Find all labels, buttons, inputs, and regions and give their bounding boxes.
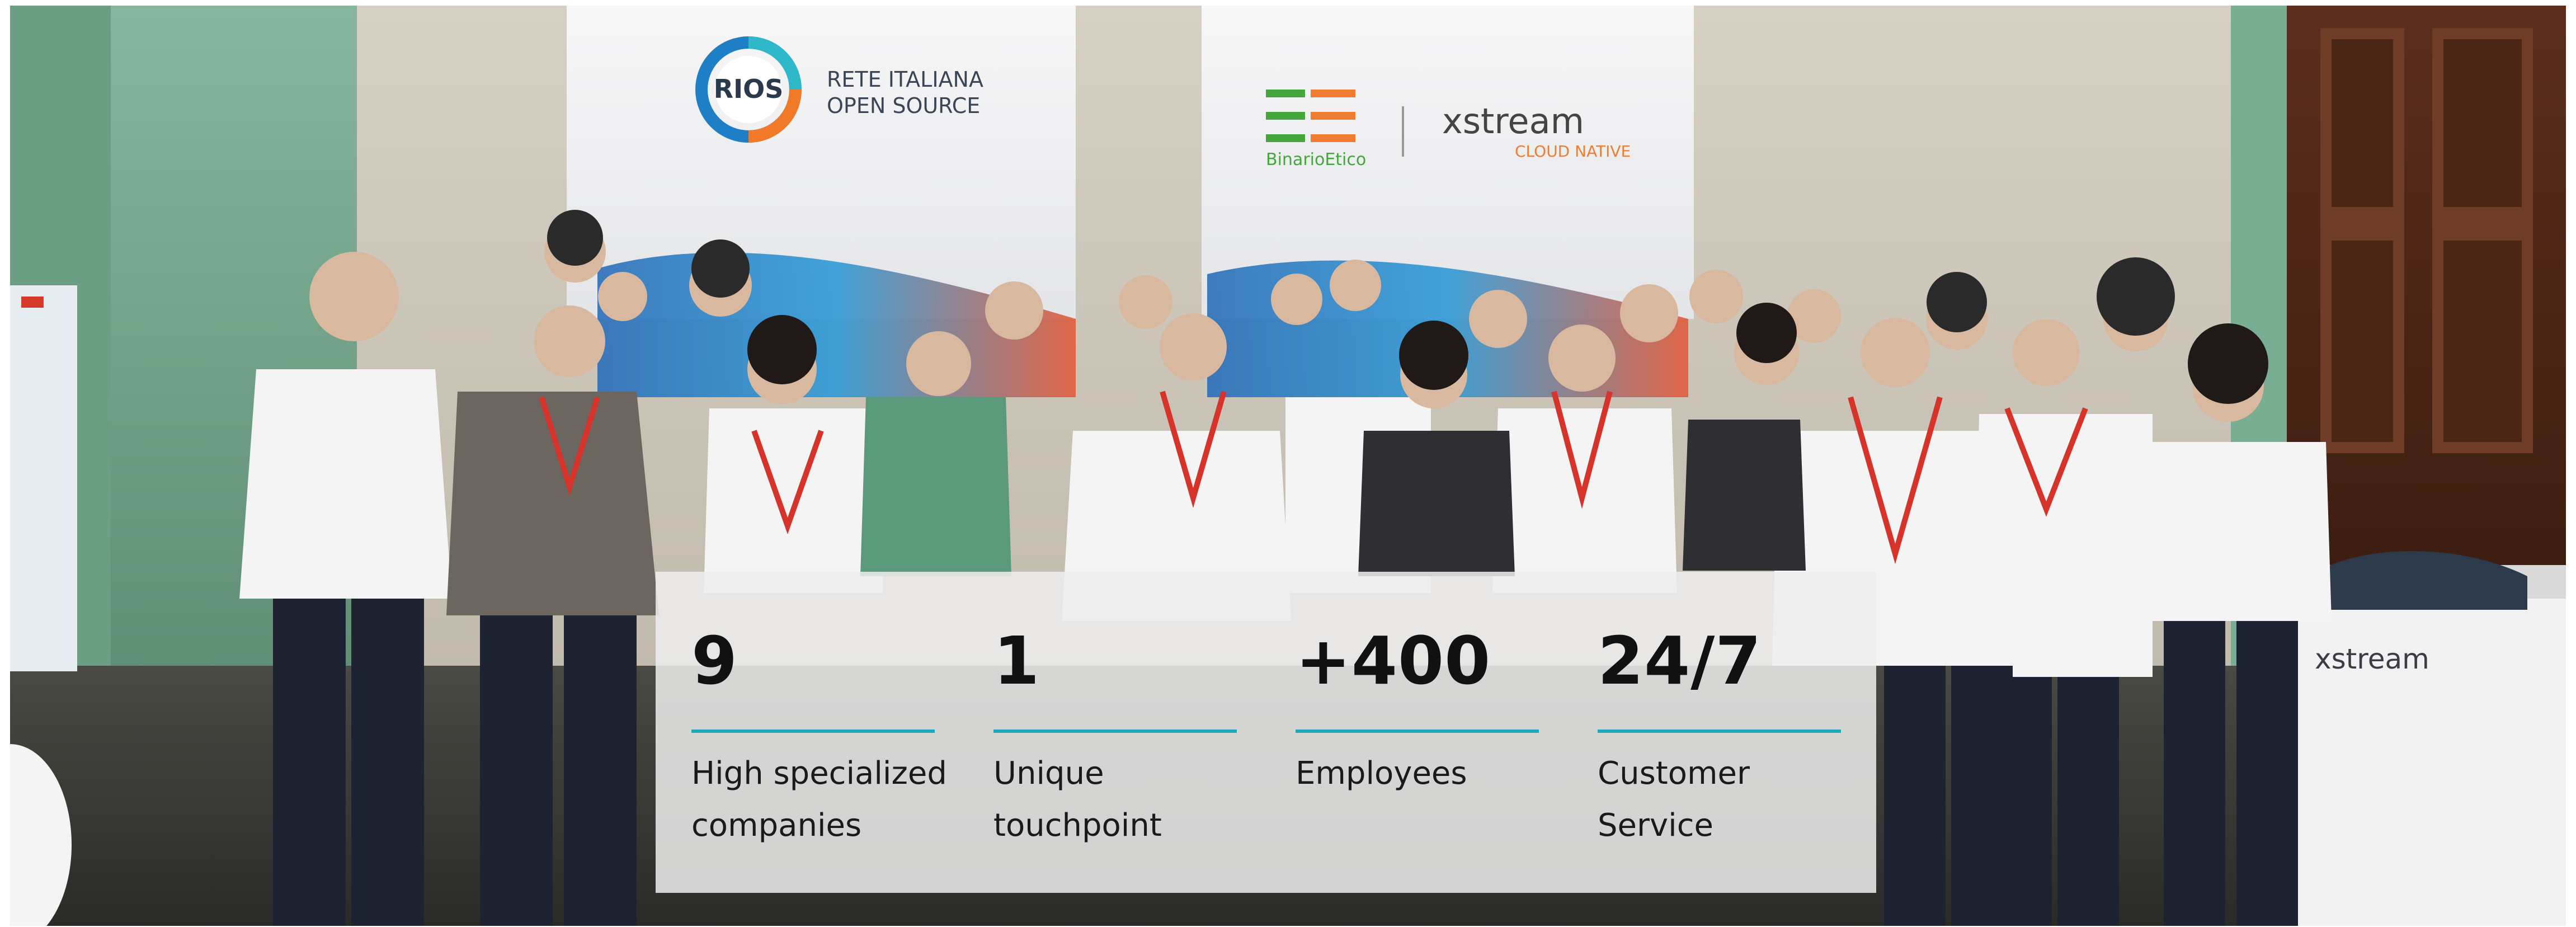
stat-label-line: Service xyxy=(1598,807,1713,844)
svg-text:BinarioEtico: BinarioEtico xyxy=(1266,150,1366,170)
stat-label-line: companies xyxy=(691,807,862,844)
stat-divider xyxy=(1598,730,1841,733)
stat-label: Unique touchpoint xyxy=(993,747,1251,851)
stat-value: 24/7 xyxy=(1598,622,1762,699)
stats-panel: 9 High specialized companies 1 Unique to… xyxy=(656,572,1876,893)
svg-text:CLOUD NATIVE: CLOUD NATIVE xyxy=(1515,142,1631,161)
stat-value: 9 xyxy=(691,622,738,699)
stat-touchpoint: 1 Unique touchpoint xyxy=(993,572,1240,893)
stat-label-line: Customer xyxy=(1598,755,1750,792)
stat-label-line: High specialized xyxy=(691,755,947,792)
svg-text:xstream: xstream xyxy=(1442,101,1584,142)
stat-divider xyxy=(1296,730,1539,733)
stat-label: High specialized companies xyxy=(691,747,949,851)
stat-value: 1 xyxy=(993,622,1040,699)
stat-customer-service: 24/7 Customer Service xyxy=(1598,572,1844,893)
stat-label-line: touchpoint xyxy=(993,807,1162,844)
stat-divider xyxy=(993,730,1237,733)
stat-divider xyxy=(691,730,935,733)
svg-text:xstream: xstream xyxy=(2315,643,2429,675)
stat-label: Employees xyxy=(1296,747,1553,799)
svg-text:RIOS: RIOS xyxy=(714,74,784,104)
stat-companies: 9 High specialized companies xyxy=(691,572,947,893)
stat-value: +400 xyxy=(1296,622,1491,699)
stat-label-line: Employees xyxy=(1296,755,1467,792)
stat-employees: +400 Employees xyxy=(1296,572,1542,893)
stat-label-line: Unique xyxy=(993,755,1104,792)
svg-text:RETE ITALIANA: RETE ITALIANA xyxy=(827,67,983,92)
stat-label: Customer Service xyxy=(1598,747,1855,851)
svg-text:OPEN SOURCE: OPEN SOURCE xyxy=(827,93,980,118)
hero-photo-frame: RIOS RETE ITALIANA OPEN SOURCE BinarioEt… xyxy=(10,6,2566,926)
